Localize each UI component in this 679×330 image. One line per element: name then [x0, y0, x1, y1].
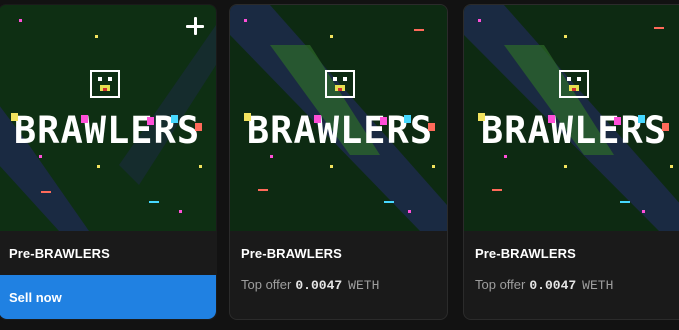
top-offer-label: Top offer	[475, 277, 526, 292]
nft-artwork[interactable]: BRAWLERS	[230, 5, 447, 231]
top-offer-amount: 0.0047	[295, 278, 343, 293]
nft-card-1[interactable]: BRAWLERS Pre-BRAWLERS Sell now	[0, 4, 217, 320]
top-offer-label: Top offer	[241, 277, 292, 292]
brawlers-artwork: BRAWLERS	[0, 5, 216, 231]
brawlers-artwork: BRAWLERS	[464, 5, 679, 231]
nft-title: Pre-BRAWLERS	[475, 246, 576, 261]
nft-artwork[interactable]: BRAWLERS	[464, 5, 679, 231]
nft-card-2[interactable]: BRAWLERS Pre-BRAWLERS Top offer 0.0047 WET…	[229, 4, 448, 320]
nft-card-3[interactable]: BRAWLERS Pre-BRAWLERS Top offer 0.0047 WET…	[463, 4, 679, 320]
top-offer: Top offer 0.0047 WETH	[475, 277, 613, 293]
nft-artwork[interactable]: BRAWLERS	[0, 5, 216, 231]
brawlers-artwork: BRAWLERS	[230, 5, 447, 231]
top-offer-currency: WETH	[348, 278, 380, 293]
add-plus-icon[interactable]	[184, 15, 206, 37]
sell-now-button[interactable]: Sell now	[0, 275, 216, 319]
nft-title: Pre-BRAWLERS	[241, 246, 342, 261]
nft-title: Pre-BRAWLERS	[9, 246, 110, 261]
top-offer-amount: 0.0047	[529, 278, 577, 293]
top-offer: Top offer 0.0047 WETH	[241, 277, 379, 293]
top-offer-currency: WETH	[582, 278, 614, 293]
